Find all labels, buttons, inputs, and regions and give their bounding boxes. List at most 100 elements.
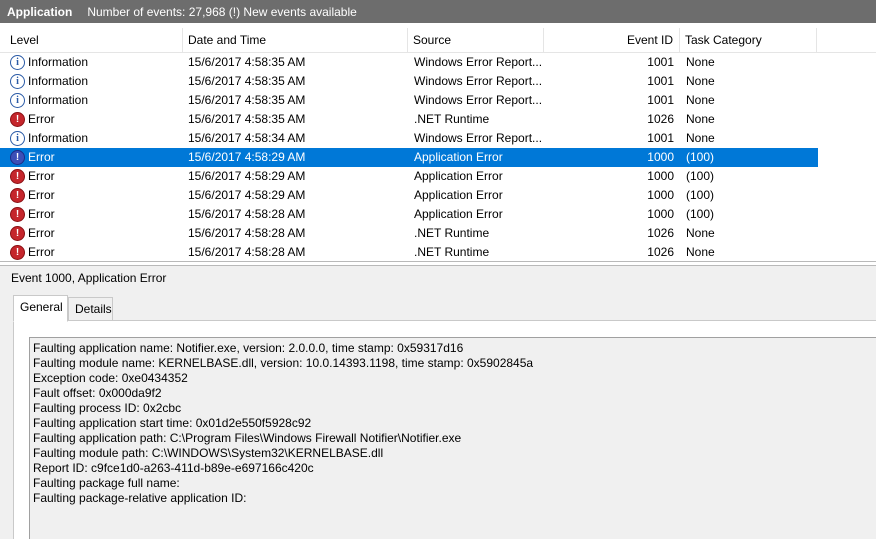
grid-body: i Information 15/6/2017 4:58:35 AM Windows … [0,53,876,261]
level-cell: ! Error [10,110,182,129]
level-cell: ! Error [10,224,182,243]
task-category-cell: None [686,112,715,126]
event-id-cell: 1001 [647,55,674,69]
message-line: Report ID: c9fce1d0-a263-411d-b89e-e6971… [33,461,314,475]
date-cell: 15/6/2017 4:58:35 AM [188,55,306,69]
table-row[interactable]: ! Error 15/6/2017 4:58:29 AM Application Er… [0,167,876,186]
message-line: Fault offset: 0x000da9f2 [33,386,162,400]
level-label: Information [28,131,89,145]
date-cell: 15/6/2017 4:58:35 AM [188,93,306,107]
table-row[interactable]: ! Error 15/6/2017 4:58:28 AM .NET Runtime 10… [0,243,876,261]
date-cell: 15/6/2017 4:58:29 AM [188,150,306,164]
level-cell: ! Error [10,186,182,205]
task-category-cell: (100) [686,150,715,164]
error-icon: ! [10,207,25,222]
level-label: Error [28,245,55,259]
message-line: Faulting application name: Notifier.exe,… [33,341,464,355]
task-category-cell: (100) [686,188,715,202]
date-cell: 15/6/2017 4:58:29 AM [188,169,306,183]
event-id-cell: 1000 [647,150,674,164]
error-icon: ! [10,150,25,165]
task-category-cell: None [686,245,715,259]
column-header-level[interactable]: Level [5,28,183,53]
error-icon: ! [10,245,25,260]
event-message-text[interactable]: Faulting application name: Notifier.exe,… [29,337,876,539]
events-grid[interactable]: Level Date and Time Source Event ID Task… [0,28,876,261]
log-name: Application [7,4,73,19]
info-icon: i [10,74,25,89]
error-icon: ! [10,112,25,127]
level-label: Error [28,207,55,221]
task-category-cell: (100) [686,207,715,221]
table-row[interactable]: i Information 15/6/2017 4:58:35 AM Windows … [0,72,876,91]
level-label: Information [28,55,89,69]
event-id-cell: 1026 [647,226,674,240]
level-label: Error [28,150,55,164]
message-line: Exception code: 0xe0434352 [33,371,188,385]
table-row[interactable]: ! Error 15/6/2017 4:58:29 AM Application Er… [0,148,818,167]
level-cell: i Information [10,72,182,91]
table-row[interactable]: i Information 15/6/2017 4:58:34 AM Windows … [0,129,876,148]
level-label: Information [28,93,89,107]
source-cell: Application Error [414,188,503,202]
event-id-cell: 1001 [647,93,674,107]
column-header-source[interactable]: Source [408,28,544,53]
event-details-title: Event 1000, Application Error [11,271,167,285]
message-line: Faulting application path: C:\Program Fi… [33,431,462,445]
source-cell: .NET Runtime [414,226,490,240]
tab-details[interactable]: Details [68,297,113,321]
message-line: Faulting module name: KERNELBASE.dll, ve… [33,356,534,370]
level-label: Error [28,226,55,240]
source-cell: .NET Runtime [414,245,490,259]
info-icon: i [10,93,25,108]
level-cell: i Information [10,129,182,148]
level-label: Information [28,74,89,88]
level-label: Error [28,188,55,202]
date-cell: 15/6/2017 4:58:29 AM [188,188,306,202]
source-cell: Application Error [414,150,503,164]
error-icon: ! [10,226,25,241]
task-category-cell: None [686,93,715,107]
column-header-event-id[interactable]: Event ID [544,28,680,53]
grid-header: Level Date and Time Source Event ID Task… [0,28,876,53]
info-icon: i [10,55,25,70]
date-cell: 15/6/2017 4:58:35 AM [188,112,306,126]
column-header-task-category[interactable]: Task Category [680,28,817,53]
table-row[interactable]: ! Error 15/6/2017 4:58:28 AM Application Er… [0,205,876,224]
message-line: Faulting module path: C:\WINDOWS\System3… [33,446,384,460]
message-line: Faulting application start time: 0x01d2e… [33,416,312,430]
event-id-cell: 1000 [647,207,674,221]
level-cell: i Information [10,53,182,72]
source-cell: Windows Error Report... [414,55,543,69]
message-line: Faulting package full name: [33,476,180,490]
event-id-cell: 1001 [647,74,674,88]
source-cell: Windows Error Report... [414,93,543,107]
date-cell: 15/6/2017 4:58:28 AM [188,207,306,221]
date-cell: 15/6/2017 4:58:35 AM [188,74,306,88]
event-id-cell: 1026 [647,245,674,259]
table-row[interactable]: i Information 15/6/2017 4:58:35 AM Windows … [0,53,876,72]
table-row[interactable]: i Information 15/6/2017 4:58:35 AM Windows … [0,91,876,110]
table-row[interactable]: ! Error 15/6/2017 4:58:35 AM .NET Runtime 10… [0,110,876,129]
event-id-cell: 1026 [647,112,674,126]
title-bar: Application Number of events: 27,968 (!)… [0,0,876,23]
tab-general[interactable]: General [13,295,68,322]
column-header-date[interactable]: Date and Time [183,28,408,53]
table-row[interactable]: ! Error 15/6/2017 4:58:29 AM Application Er… [0,186,876,205]
level-cell: ! Error [10,167,182,186]
level-label: Error [28,112,55,126]
level-cell: ! Error [10,148,182,167]
date-cell: 15/6/2017 4:58:28 AM [188,226,306,240]
source-cell: Application Error [414,207,503,221]
date-cell: 15/6/2017 4:58:34 AM [188,131,306,145]
level-cell: ! Error [10,205,182,224]
source-cell: Windows Error Report... [414,74,543,88]
task-category-cell: None [686,131,715,145]
event-count-info: Number of events: 27,968 (!) New events … [87,4,357,19]
table-row[interactable]: ! Error 15/6/2017 4:58:28 AM .NET Runtime 10… [0,224,876,243]
message-line: Faulting package-relative application ID… [33,491,247,505]
event-id-cell: 1001 [647,131,674,145]
info-icon: i [10,131,25,146]
task-category-cell: (100) [686,169,715,183]
general-tab-panel: Faulting application name: Notifier.exe,… [13,320,876,539]
